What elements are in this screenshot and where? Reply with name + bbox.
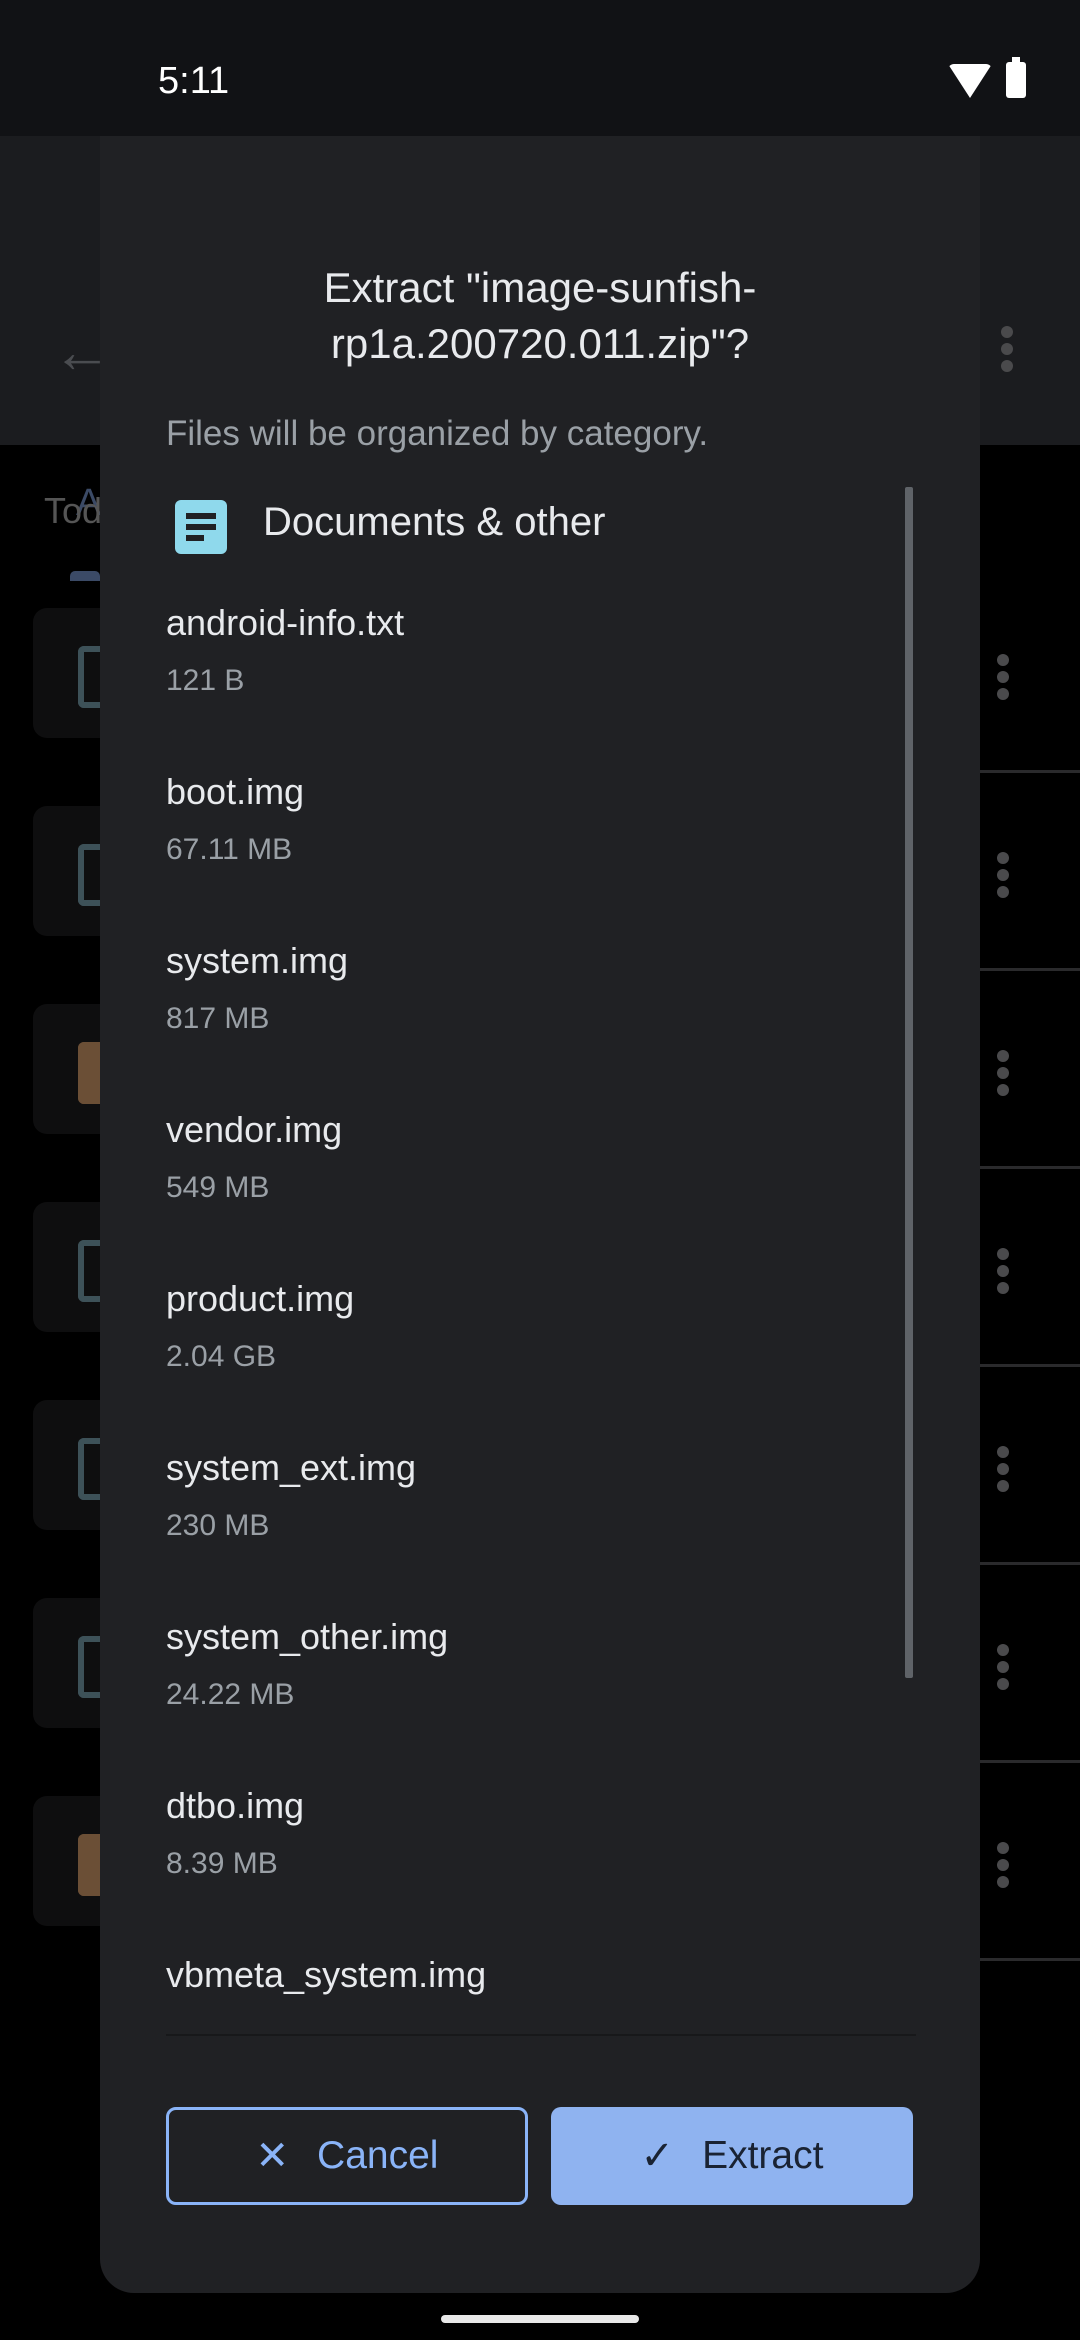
- file-name: android-info.txt: [166, 602, 405, 643]
- file-name: product.img: [166, 1278, 355, 1319]
- status-bar: 5:11: [0, 0, 1080, 136]
- status-time: 5:11: [158, 60, 230, 102]
- more-options-icon: [1001, 326, 1013, 377]
- extract-dialog: Extract "image-sunfish-rp1a.200720.011.z…: [100, 136, 980, 2293]
- more-options-icon: [997, 1842, 1009, 1893]
- file-size: 24.22 MB: [166, 1678, 295, 1711]
- file-name: system_other.img: [166, 1616, 449, 1657]
- file-size: 8.39 MB: [166, 1847, 278, 1880]
- extract-button[interactable]: ✓ Extract: [551, 2107, 913, 2205]
- file-size: 817 MB: [166, 1002, 270, 1035]
- check-icon: ✓: [640, 2134, 675, 2178]
- file-item: system_other.img 24.22 MB: [166, 1616, 448, 1712]
- file-item: vbmeta_system.img: [166, 1954, 486, 2016]
- divider: [980, 968, 1080, 971]
- more-options-icon: [997, 654, 1009, 705]
- file-size: 67.11 MB: [166, 833, 293, 866]
- file-size: 2.04 GB: [166, 1340, 277, 1373]
- file-item: system.img 817 MB: [166, 940, 348, 1036]
- file-item: boot.img 67.11 MB: [166, 771, 304, 867]
- file-size: 549 MB: [166, 1171, 270, 1204]
- divider: [980, 1562, 1080, 1565]
- wifi-icon: [948, 64, 992, 98]
- file-item: system_ext.img 230 MB: [166, 1447, 416, 1543]
- file-name: dtbo.img: [166, 1785, 305, 1826]
- section-header-partial: Tod: [44, 490, 103, 531]
- dialog-subtitle: Files will be organized by category.: [166, 414, 709, 453]
- divider: [166, 2034, 916, 2036]
- divider: [980, 1166, 1080, 1169]
- file-item: android-info.txt 121 B: [166, 602, 404, 698]
- extract-label: Extract: [702, 2134, 824, 2177]
- dialog-title: Extract "image-sunfish-rp1a.200720.011.z…: [323, 264, 757, 367]
- file-name: system.img: [166, 940, 349, 981]
- file-size: 230 MB: [166, 1509, 270, 1542]
- more-options-icon: [997, 1446, 1009, 1497]
- divider: [980, 1364, 1080, 1367]
- close-icon: ✕: [255, 2134, 290, 2178]
- more-options-icon: [997, 1248, 1009, 1299]
- more-options-icon: [997, 852, 1009, 903]
- divider: [980, 1958, 1080, 1961]
- more-options-icon: [997, 1050, 1009, 1101]
- scrollbar[interactable]: [905, 487, 913, 1678]
- battery-icon: [1006, 57, 1026, 98]
- file-item: dtbo.img 8.39 MB: [166, 1785, 304, 1881]
- file-list[interactable]: Documents & other android-info.txt 121 B b…: [100, 486, 980, 2170]
- tab-indicator: [70, 571, 100, 581]
- category-label: Documents & other: [263, 500, 606, 544]
- file-name: vendor.img: [166, 1109, 343, 1150]
- file-name: vbmeta_system.img: [166, 1954, 487, 1995]
- file-size: 121 B: [166, 664, 245, 697]
- cancel-label: Cancel: [317, 2134, 439, 2177]
- more-options-icon: [997, 1644, 1009, 1695]
- cancel-button[interactable]: ✕ Cancel: [166, 2107, 528, 2205]
- file-name: system_ext.img: [166, 1447, 417, 1488]
- divider: [980, 1760, 1080, 1763]
- document-icon: [175, 500, 227, 554]
- divider: [980, 770, 1080, 773]
- file-item: vendor.img 549 MB: [166, 1109, 342, 1205]
- file-item: product.img 2.04 GB: [166, 1278, 354, 1374]
- file-name: boot.img: [166, 771, 305, 812]
- home-indicator[interactable]: [441, 2315, 639, 2323]
